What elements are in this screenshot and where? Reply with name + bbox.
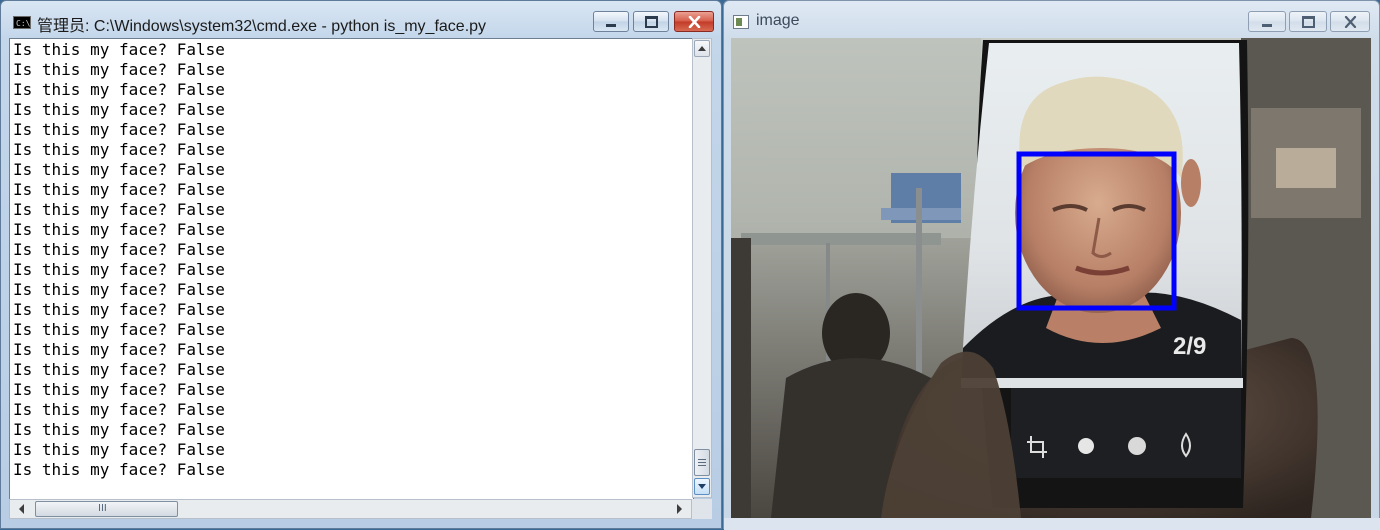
console-line: Is this my face? False <box>13 180 225 199</box>
cmd-window[interactable]: C:\ 管理员: C:\Windows\system32\cmd.exe - p… <box>0 0 722 529</box>
scroll-right-icon[interactable] <box>677 504 682 514</box>
vertical-scrollbar[interactable] <box>692 38 712 498</box>
vertical-scroll-thumb[interactable] <box>694 449 710 476</box>
arrow-down-icon <box>698 484 706 489</box>
cmd-titlebar[interactable]: C:\ 管理员: C:\Windows\system32\cmd.exe - p… <box>1 1 721 39</box>
minimize-icon <box>1262 23 1272 27</box>
console-line: Is this my face? False <box>13 400 225 419</box>
console-line: Is this my face? False <box>13 100 225 119</box>
image-window-title: image <box>756 12 800 29</box>
scroll-down-button[interactable] <box>694 478 710 495</box>
console-icon: C:\ <box>13 16 31 29</box>
console-line: Is this my face? False <box>13 340 225 359</box>
image-maximize-button[interactable] <box>1289 11 1327 32</box>
camera-frame: 2/9 <box>731 38 1371 518</box>
minimize-icon <box>606 23 616 27</box>
console-line: Is this my face? False <box>13 260 225 279</box>
console-line: Is this my face? False <box>13 220 225 239</box>
scroll-up-button[interactable] <box>694 40 710 57</box>
close-icon <box>688 15 700 28</box>
console-line: Is this my face? False <box>13 300 225 319</box>
console-line: Is this my face? False <box>13 360 225 379</box>
cmd-maximize-button[interactable] <box>633 11 669 32</box>
restore-icon <box>1301 15 1315 28</box>
console-line: Is this my face? False <box>13 240 225 259</box>
console-line: Is this my face? False <box>13 440 225 459</box>
console-line: Is this my face? False <box>13 80 225 99</box>
image-minimize-button[interactable] <box>1248 11 1286 32</box>
console-line: Is this my face? False <box>13 280 225 299</box>
image-window-bottom-border <box>724 518 1380 530</box>
console-line: Is this my face? False <box>13 320 225 339</box>
console-output[interactable]: Is this my face? False Is this my face? F… <box>9 38 694 500</box>
scrollbar-corner <box>692 499 712 519</box>
console-line: Is this my face? False <box>13 60 225 79</box>
horizontal-scroll-thumb[interactable]: III <box>35 501 178 517</box>
scroll-thumb-grip: III <box>98 503 107 514</box>
phone-image-counter: 2/9 <box>1173 333 1206 360</box>
console-line: Is this my face? False <box>13 160 225 179</box>
restore-icon <box>644 15 658 28</box>
console-line: Is this my face? False <box>13 140 225 159</box>
console-line: Is this my face? False <box>13 460 225 479</box>
image-titlebar[interactable]: image <box>724 1 1379 39</box>
console-line: Is this my face? False <box>13 40 225 59</box>
image-icon <box>733 15 749 29</box>
console-line: Is this my face? False <box>13 120 225 139</box>
webcam-image: 2/9 <box>731 38 1371 518</box>
cmd-window-title: 管理员: C:\Windows\system32\cmd.exe - pytho… <box>37 18 487 35</box>
console-line: Is this my face? False <box>13 380 225 399</box>
image-close-button[interactable] <box>1330 11 1370 32</box>
cmd-minimize-button[interactable] <box>593 11 629 32</box>
console-line: Is this my face? False <box>13 420 225 439</box>
image-window[interactable]: image 2/9 <box>723 0 1380 530</box>
horizontal-scrollbar[interactable]: III <box>9 499 692 519</box>
console-lines: Is this my face? False Is this my face? F… <box>13 40 225 480</box>
close-icon <box>1344 15 1356 28</box>
scroll-left-icon[interactable] <box>19 504 24 514</box>
arrow-up-icon <box>698 46 706 51</box>
console-line: Is this my face? False <box>13 200 225 219</box>
cmd-close-button[interactable] <box>674 11 714 32</box>
